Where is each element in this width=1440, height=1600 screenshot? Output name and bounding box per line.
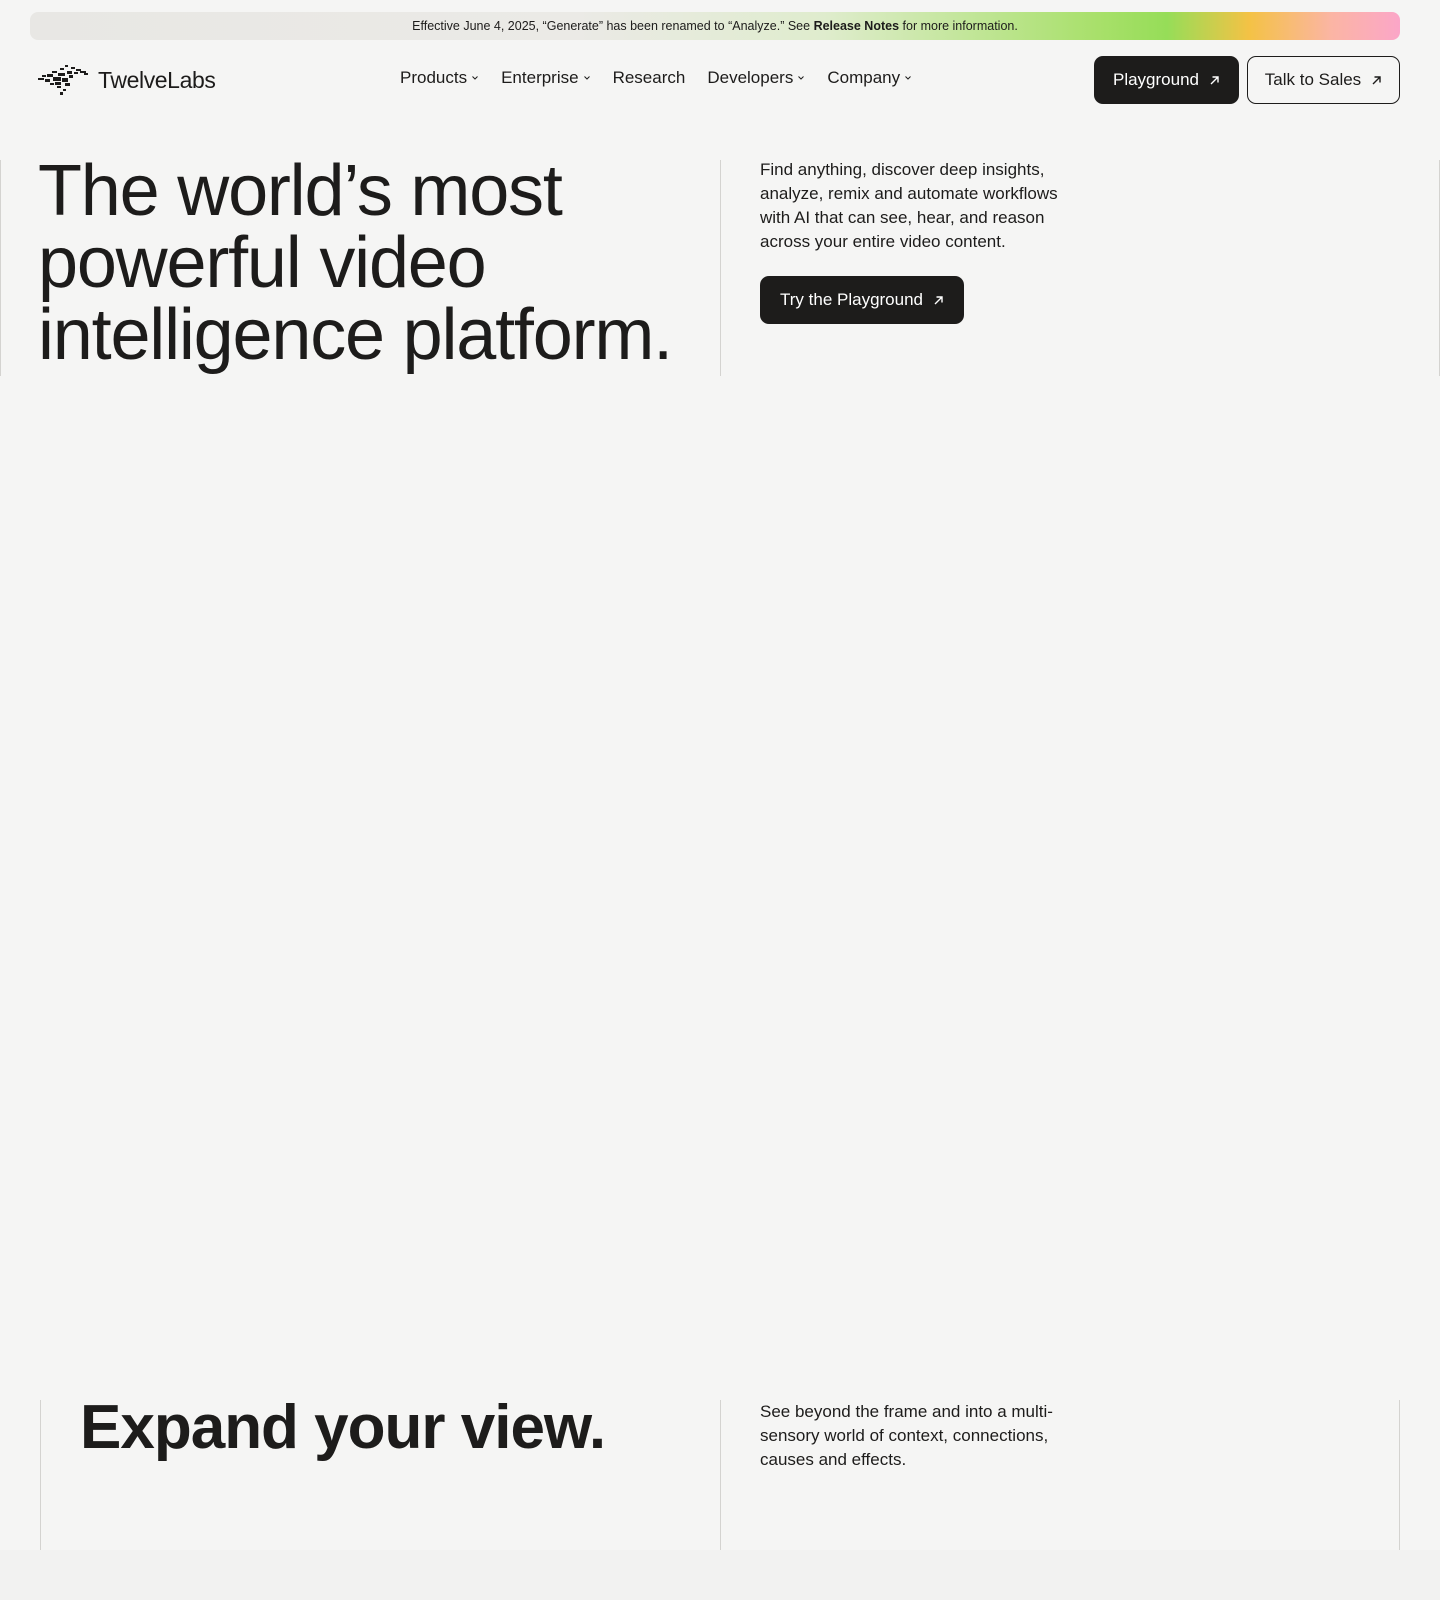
expand-description: See beyond the frame and into a multi-se… (760, 1402, 1053, 1469)
arrow-up-right-icon (1372, 75, 1381, 84)
nav-item-enterprise[interactable]: Enterprise (501, 68, 590, 88)
playground-button-label: Playground (1112, 70, 1199, 89)
announcement-banner: Effective June 4, 2025, “Generate” has b… (30, 12, 1400, 40)
arrow-up-right-icon (934, 295, 943, 304)
playground-button[interactable]: Playground (1094, 56, 1239, 104)
main-nav: Products Enterprise Research Developers … (400, 68, 912, 88)
nav-item-label: Developers (707, 68, 794, 87)
nav-item-label: Company (827, 68, 901, 87)
chevron-down-icon (798, 76, 805, 80)
chevron-down-icon (583, 76, 590, 80)
banner-text-before: Effective June 4, 2025, “Generate” has b… (412, 19, 811, 33)
talk-to-sales-button[interactable]: Talk to Sales (1247, 56, 1400, 104)
expand-divider-center (720, 1400, 721, 1550)
banner-text-after: for more information. (902, 19, 1018, 33)
site-header: TwelveLabs Products Enterprise Research … (0, 56, 1440, 106)
expand-divider-left (40, 1400, 41, 1550)
expand-title: Expand your view. (80, 1393, 606, 1462)
bottom-strip (0, 1550, 1440, 1600)
try-playground-label: Try the Playground (780, 290, 923, 309)
hero-title-line: intelligence platform. (38, 295, 673, 375)
hero-divider-center (720, 160, 721, 376)
chevron-down-icon (472, 76, 478, 80)
logo-wordmark: TwelveLabs (98, 66, 216, 93)
nav-item-products[interactable]: Products (400, 68, 479, 88)
hero-title-line: powerful video (38, 223, 487, 303)
hero-title-line: The world’s most (38, 151, 563, 231)
hero-title: The world’s most powerful video intellig… (38, 155, 718, 371)
arrow-up-right-icon (1210, 75, 1219, 84)
nav-item-company[interactable]: Company (827, 68, 912, 88)
logo[interactable]: TwelveLabs (38, 60, 216, 100)
expand-divider-right (1399, 1400, 1400, 1550)
nav-item-developers[interactable]: Developers (707, 68, 805, 88)
chevron-down-icon (905, 76, 911, 80)
nav-item-label: Research (612, 68, 686, 87)
nav-item-label: Products (400, 68, 468, 87)
twelvelabs-logo-icon (38, 65, 88, 95)
nav-item-research[interactable]: Research (613, 68, 686, 88)
hero-description: Find anything, discover deep insights, a… (760, 160, 1058, 251)
hero-divider-left (0, 160, 1, 376)
release-notes-link[interactable]: Release Notes (814, 19, 899, 33)
try-playground-button[interactable]: Try the Playground (760, 276, 964, 324)
nav-item-label: Enterprise (501, 68, 579, 87)
talk-to-sales-label: Talk to Sales (1264, 70, 1362, 89)
